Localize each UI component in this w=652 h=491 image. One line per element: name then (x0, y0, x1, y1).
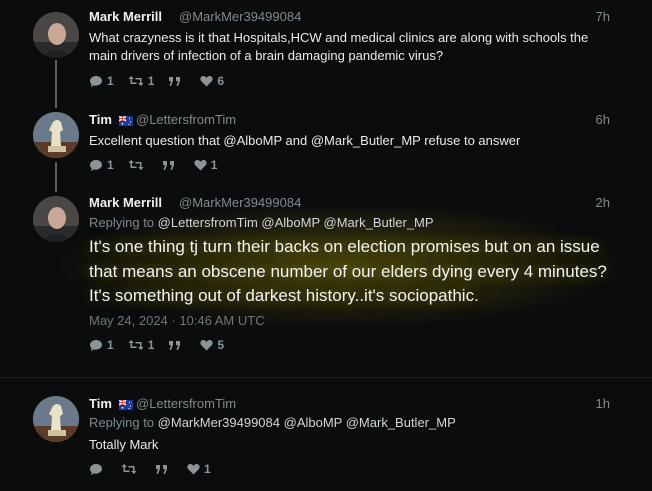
avatar-photo-mark (33, 12, 79, 58)
repost-icon (128, 160, 144, 170)
reply-button[interactable]: 1 (89, 338, 114, 352)
post-time[interactable]: 1h (596, 396, 610, 411)
like-count: 6 (217, 74, 225, 88)
heart-icon (187, 464, 200, 475)
heart-icon (194, 160, 207, 171)
repost-icon (121, 464, 137, 474)
repost-count: 1 (147, 74, 155, 88)
mention-link[interactable]: @LettersfromTim (158, 215, 258, 230)
tweet-text: Excellent question that @AlboMP and @Mar… (89, 132, 619, 150)
divider (0, 377, 652, 378)
quote-button[interactable] (155, 464, 173, 475)
post-date[interactable]: May 24, 2024 · 10:46 AM UTC (89, 313, 265, 328)
avatar[interactable] (33, 196, 79, 242)
mention-link[interactable]: @Mark_Butler_MP (324, 215, 434, 230)
mention-link[interactable]: @Mark_Butler_MP (311, 133, 421, 148)
like-button[interactable]: 6 (200, 74, 224, 88)
mention-link[interactable]: @AlboMP (261, 215, 319, 230)
tweet-text-main: It's one thing tj turn their backs on el… (89, 237, 607, 305)
like-count: 1 (204, 462, 211, 476)
tweet-text: Totally Mark (89, 437, 159, 452)
reply-count: 1 (107, 74, 114, 88)
replying-to: Replying to @LettersfromTim @AlboMP @Mar… (89, 215, 434, 230)
reply-icon (90, 339, 102, 351)
replying-label: Replying to (89, 215, 155, 230)
repost-button[interactable] (128, 159, 148, 171)
mention-link[interactable]: @AlboMP (223, 133, 281, 148)
avatar[interactable] (33, 396, 79, 442)
quote-icon (156, 464, 167, 474)
post-time[interactable]: 7h (596, 9, 610, 24)
tweet-text-part: refuse to answer (420, 133, 521, 148)
repost-icon (128, 76, 144, 86)
tweet-actions: 1 1 (89, 157, 231, 173)
like-count: 1 (210, 158, 218, 172)
post-time[interactable]: 2h (596, 195, 610, 210)
like-button[interactable]: 1 (187, 462, 211, 476)
avatar-photo-statue (33, 112, 79, 158)
avatar[interactable] (33, 12, 79, 58)
author-handle[interactable]: @MarkMer39499084 (179, 195, 301, 210)
mention-link[interactable]: @MarkMer39499084 (158, 415, 280, 430)
repost-button[interactable]: 1 (128, 338, 155, 352)
author-handle[interactable]: @LettersfromTim (136, 112, 236, 127)
heart-icon (200, 76, 214, 87)
quote-button[interactable] (168, 340, 186, 351)
mention-link[interactable]: @AlboMP (284, 415, 342, 430)
reply-icon (90, 75, 102, 87)
like-count: 5 (217, 338, 225, 352)
replying-label: Replying to (89, 415, 155, 430)
tweet-text: What crazyness is it that Hospitals,HCW … (89, 30, 589, 63)
like-button[interactable]: 5 (200, 338, 224, 352)
author-name[interactable]: Mark Merrill (89, 9, 162, 24)
author-name[interactable]: Mark Merrill (89, 195, 162, 210)
thread-line (55, 60, 57, 108)
author-handle[interactable]: @MarkMer39499084 (179, 9, 301, 24)
repost-button[interactable] (121, 463, 141, 475)
heart-icon (200, 340, 214, 351)
author-name[interactable]: Tim (89, 112, 112, 127)
australia-flag-icon (116, 113, 138, 131)
reply-button[interactable]: 1 (89, 158, 114, 172)
reply-button[interactable] (89, 463, 107, 476)
tweet-text-part: Excellent question that (89, 133, 224, 148)
author-handle[interactable]: @LettersfromTim (136, 396, 236, 411)
repost-icon (128, 340, 144, 350)
quote-icon (169, 340, 181, 350)
repost-button[interactable]: 1 (128, 74, 155, 88)
tweet-actions: 1 1 6 (89, 73, 238, 89)
tweet-actions: 1 1 5 (89, 337, 238, 353)
mention-link[interactable]: @Mark_Butler_MP (346, 415, 456, 430)
reply-icon (90, 159, 102, 171)
quote-button[interactable] (162, 160, 180, 171)
tweet-actions: 1 (89, 461, 225, 477)
replying-to: Replying to @MarkMer39499084 @AlboMP @Ma… (89, 415, 456, 430)
australia-flag-icon (116, 397, 138, 415)
reply-count: 1 (107, 338, 114, 352)
quote-button[interactable] (168, 76, 186, 87)
repost-count: 1 (147, 338, 155, 352)
quote-icon (169, 76, 181, 86)
reply-count: 1 (107, 158, 114, 172)
tweet-text-part: and (281, 133, 311, 148)
quote-icon (162, 160, 174, 170)
avatar[interactable] (33, 112, 79, 158)
reply-icon (90, 463, 102, 475)
like-button[interactable]: 1 (194, 158, 218, 172)
reply-button[interactable]: 1 (89, 74, 114, 88)
thread-line (55, 162, 57, 192)
post-time[interactable]: 6h (596, 112, 610, 127)
avatar-photo-mark (33, 196, 79, 242)
avatar-photo-statue (33, 396, 79, 442)
author-name[interactable]: Tim (89, 396, 112, 411)
